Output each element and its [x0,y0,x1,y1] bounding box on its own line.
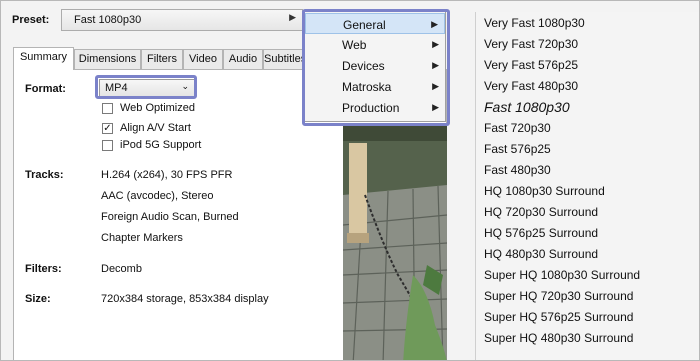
app-window: Preset: Fast 1080p30 ▶ Summary Dimension… [0,0,700,361]
preset-item-super-hq-1080p30-surround[interactable]: Super HQ 1080p30 Surround [484,268,640,282]
preset-item-hq-1080p30-surround[interactable]: HQ 1080p30 Surround [484,184,605,198]
format-label: Format: [25,83,66,95]
preset-item-hq-480p30-surround[interactable]: HQ 480p30 Surround [484,247,598,261]
tracks-label: Tracks: [25,169,64,181]
preview-image [343,125,447,360]
preset-label: Preset: [12,14,50,26]
preset-list-menu: Very Fast 1080p30 Very Fast 720p30 Very … [475,12,699,360]
preset-item-very-fast-480p30[interactable]: Very Fast 480p30 [484,79,578,93]
preset-item-fast-576p25[interactable]: Fast 576p25 [484,142,551,156]
tab-video[interactable]: Video [183,49,223,69]
preset-item-very-fast-720p30[interactable]: Very Fast 720p30 [484,37,578,51]
ipod-5g-support-label: iPod 5G Support [120,139,202,151]
web-optimized-label: Web Optimized [120,102,195,114]
ipod-5g-support-checkbox[interactable] [102,140,113,151]
web-optimized-checkbox[interactable] [102,103,113,114]
track-audio: AAC (avcodec), Stereo [101,190,214,202]
tab-filters[interactable]: Filters [141,49,183,69]
format-highlight-box [95,75,197,99]
tab-audio[interactable]: Audio [223,49,263,69]
preset-item-very-fast-1080p30[interactable]: Very Fast 1080p30 [484,16,585,30]
preset-item-fast-1080p30[interactable]: Fast 1080p30 [484,99,570,115]
size-label: Size: [25,293,51,305]
preset-value: Fast 1080p30 [74,14,142,26]
track-chapters: Chapter Markers [101,232,183,244]
chevron-right-icon: ▶ [289,12,296,22]
align-av-start-checkbox[interactable]: ✓ [102,123,113,134]
size-value: 720x384 storage, 853x384 display [101,293,269,305]
preset-item-fast-480p30[interactable]: Fast 480p30 [484,163,551,177]
preset-item-super-hq-576p25-surround[interactable]: Super HQ 576p25 Surround [484,310,633,324]
preset-item-fast-720p30[interactable]: Fast 720p30 [484,121,551,135]
align-av-start-label: Align A/V Start [120,122,191,134]
filters-label: Filters: [25,263,62,275]
preset-dropdown[interactable]: Fast 1080p30 ▶ [61,9,303,31]
preset-item-super-hq-480p30-surround[interactable]: Super HQ 480p30 Surround [484,331,633,345]
preset-item-super-hq-720p30-surround[interactable]: Super HQ 720p30 Surround [484,289,633,303]
track-video: H.264 (x264), 30 FPS PFR [101,169,233,181]
filters-value: Decomb [101,263,142,275]
tab-summary[interactable]: Summary [13,47,74,70]
tab-dimensions[interactable]: Dimensions [74,49,141,69]
preset-item-hq-576p25-surround[interactable]: HQ 576p25 Surround [484,226,598,240]
track-subtitles: Foreign Audio Scan, Burned [101,211,239,223]
tab-subtitles[interactable]: Subtitles [263,49,305,69]
preset-item-very-fast-576p25[interactable]: Very Fast 576p25 [484,58,578,72]
menu-highlight-box [302,9,450,126]
preset-item-hq-720p30-surround[interactable]: HQ 720p30 Surround [484,205,598,219]
